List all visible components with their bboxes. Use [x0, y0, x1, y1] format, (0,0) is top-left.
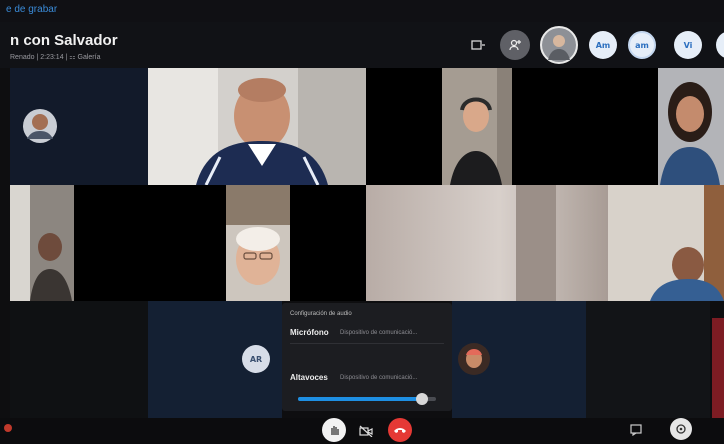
call-controls-bar [0, 418, 724, 444]
add-person-icon [509, 39, 521, 51]
video-tile-main[interactable] [148, 68, 366, 185]
participant-avatar[interactable]: am [628, 31, 656, 59]
video-tile-empty[interactable] [512, 68, 658, 185]
more-icon [676, 424, 686, 434]
video-tile[interactable] [366, 185, 608, 301]
video-tile-empty[interactable] [290, 185, 366, 301]
speaker-select[interactable]: Dispositivo de comunicació... [340, 375, 417, 381]
video-tile[interactable] [658, 68, 724, 185]
chat-icon [630, 424, 642, 436]
add-person-button[interactable] [500, 30, 530, 60]
video-tile[interactable] [10, 68, 148, 185]
audio-settings-panel: Configuración de audio Micrófono Disposi… [282, 303, 452, 411]
raise-hand-icon [331, 426, 339, 435]
chat-button[interactable] [628, 422, 644, 438]
participant-avatar-partial[interactable] [716, 31, 724, 59]
participant-avatar-photo[interactable] [540, 26, 578, 64]
participant-avatar[interactable]: Am [589, 31, 617, 59]
call-header: n con Salvador Renado | 2:23:14 | ⚏ Gale… [0, 22, 724, 68]
volume-thumb[interactable] [416, 393, 429, 405]
video-tile-empty[interactable] [10, 301, 148, 418]
more-options-button[interactable] [670, 418, 692, 440]
video-tile[interactable] [608, 185, 724, 301]
participant-avatar[interactable]: Vi [674, 31, 702, 59]
raise-hand-button[interactable] [322, 418, 346, 442]
volume-slider[interactable] [298, 393, 436, 405]
hang-up-button[interactable] [388, 418, 412, 442]
side-panel-edge [712, 318, 724, 418]
call-title: n con Salvador [10, 32, 118, 49]
video-tile[interactable] [452, 301, 586, 418]
audio-settings-title: Configuración de audio [290, 311, 352, 317]
layout-icon[interactable] [470, 38, 486, 52]
video-tile-empty[interactable] [74, 185, 226, 301]
camera-icon [359, 425, 373, 437]
hang-up-icon [394, 428, 406, 433]
speaker-label: Altavoces [290, 373, 328, 382]
call-subtitle: Renado | 2:23:14 | ⚏ Galería [10, 54, 101, 61]
recording-indicator [4, 424, 12, 432]
microphone-select[interactable]: Dispositivo de comunicació... [340, 330, 417, 336]
video-tile[interactable]: AR [148, 301, 282, 418]
recording-link[interactable]: e de grabar [6, 4, 57, 15]
volume-fill [298, 397, 423, 401]
video-tile-empty[interactable] [586, 301, 710, 418]
video-tile[interactable] [10, 185, 74, 301]
camera-button[interactable] [355, 420, 377, 442]
recording-banner: e de grabar [0, 0, 724, 22]
microphone-label: Micrófono [290, 328, 329, 337]
divider [290, 343, 444, 344]
video-tile-empty[interactable] [366, 68, 442, 185]
video-tile[interactable] [442, 68, 512, 185]
video-tile[interactable] [226, 185, 290, 301]
tile-avatar: AR [242, 345, 270, 373]
